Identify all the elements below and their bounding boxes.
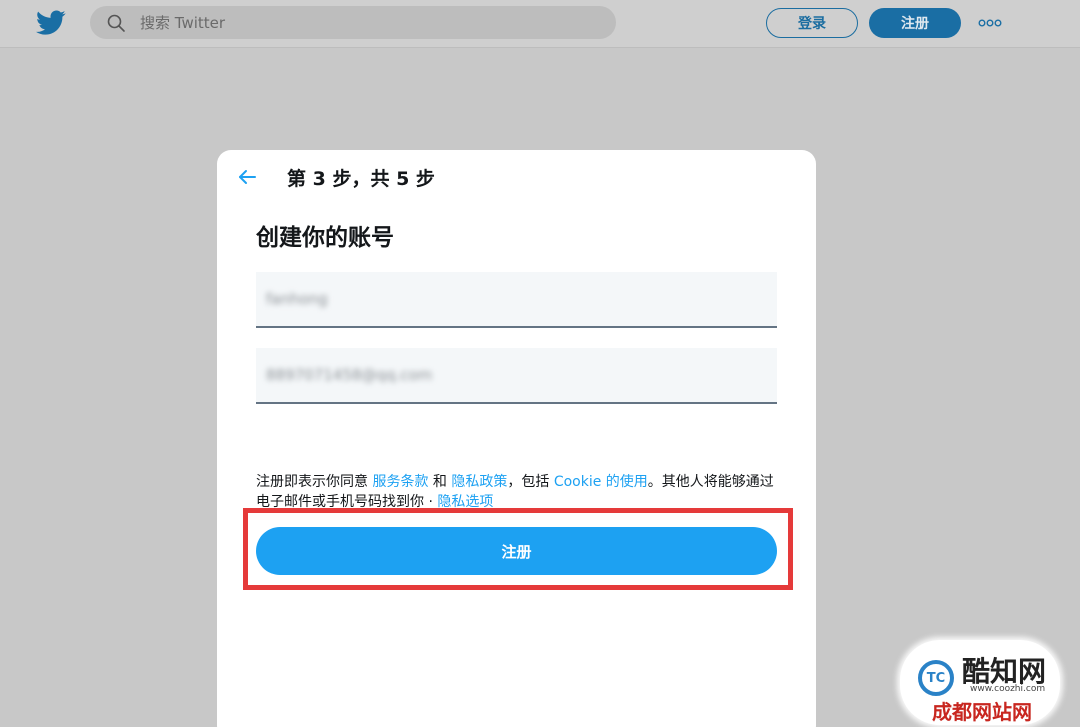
watermark: TC 酷知网 www.coozhi.com 成都网站网 <box>900 640 1060 725</box>
back-arrow-icon[interactable] <box>237 166 259 188</box>
login-button[interactable]: 登录 <box>766 8 858 38</box>
terms-mid: ，包括 <box>507 474 554 490</box>
email-value: 8897071458@qq.com <box>266 366 433 384</box>
terms-and: 和 <box>428 474 452 490</box>
search-icon <box>107 14 125 32</box>
name-value: fanhong <box>266 290 328 308</box>
search-box[interactable] <box>90 6 616 39</box>
privacy-link[interactable]: 隐私政策 <box>451 474 507 490</box>
terms-prefix: 注册即表示你同意 <box>256 474 373 490</box>
modal-title: 创建你的账号 <box>256 225 394 251</box>
signup-submit-button[interactable]: 注册 <box>256 527 777 575</box>
terms-text: 注册即表示你同意 服务条款 和 隐私政策，包括 Cookie 的使用。其他人将能… <box>256 472 786 512</box>
twitter-logo-icon[interactable] <box>36 10 66 36</box>
signup-modal: 第 3 步，共 5 步 创建你的账号 fanhong 8897071458@qq… <box>217 150 816 727</box>
signup-header-button[interactable]: 注册 <box>869 8 961 38</box>
watermark-sub: 成都网站网 <box>932 700 1032 724</box>
tos-link[interactable]: 服务条款 <box>372 474 428 490</box>
top-bar: 登录 注册 <box>0 0 1080 48</box>
more-button[interactable] <box>976 12 1004 34</box>
cookie-link[interactable]: Cookie 的使用 <box>554 474 648 490</box>
watermark-logo-icon: TC <box>918 660 954 696</box>
search-input[interactable] <box>140 6 600 39</box>
step-indicator: 第 3 步，共 5 步 <box>287 168 435 190</box>
more-horizontal-icon <box>978 19 1002 27</box>
name-field[interactable]: fanhong <box>256 272 777 328</box>
email-field[interactable]: 8897071458@qq.com <box>256 348 777 404</box>
watermark-url: www.coozhi.com <box>970 684 1046 694</box>
